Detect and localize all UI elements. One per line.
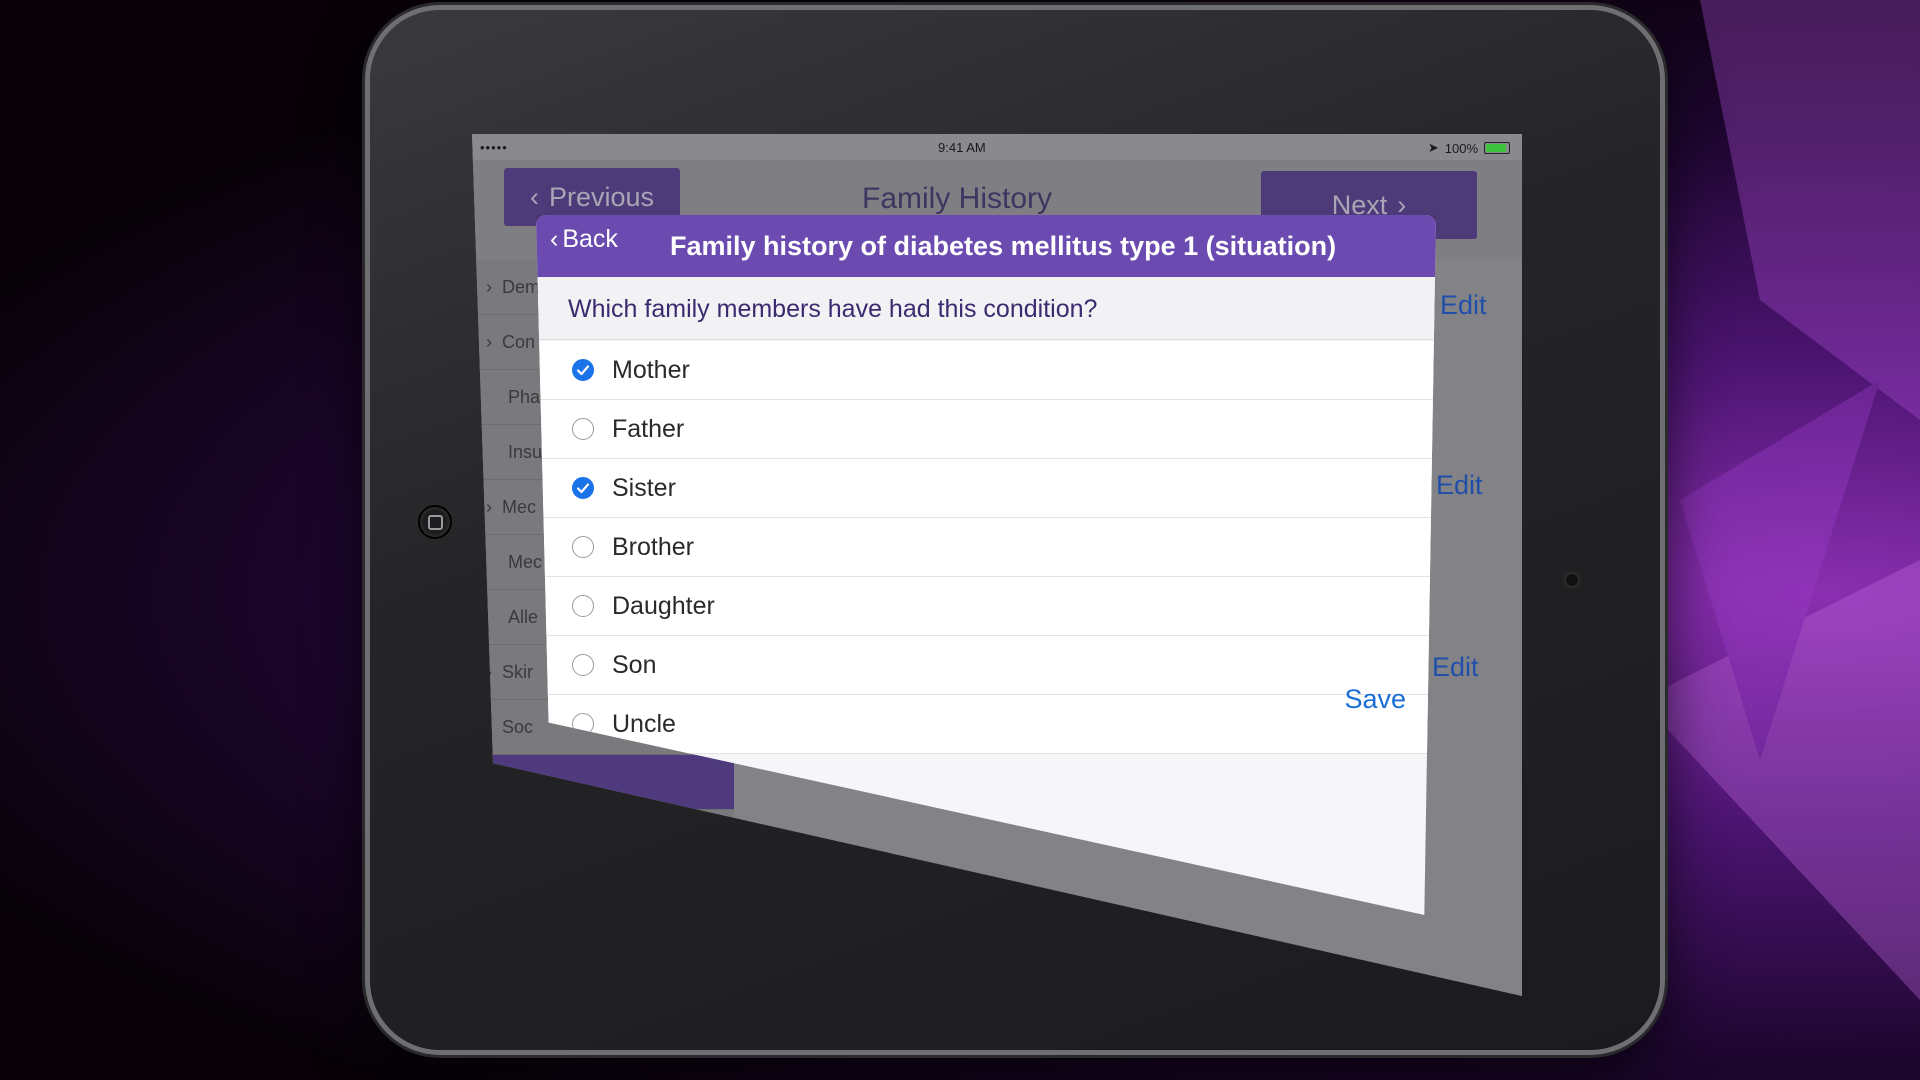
sidebar-item-label: Skir	[502, 661, 533, 682]
sidebar-item-label: Insu	[508, 441, 543, 462]
modal-title: Family history of diabetes mellitus type…	[670, 231, 1337, 261]
option-row[interactable]: Sister	[536, 459, 1436, 518]
back-label: Back	[562, 225, 618, 253]
edit-link[interactable]: Edit	[1440, 290, 1487, 321]
option-row[interactable]: Son	[536, 636, 1436, 695]
chevron-left-icon: ‹	[529, 181, 539, 212]
chevron-left-icon: ‹	[550, 225, 559, 253]
checkmark-icon[interactable]	[572, 359, 594, 381]
signal-indicator: •••••	[480, 140, 508, 155]
home-button[interactable]	[418, 505, 452, 539]
option-label: Uncle	[612, 709, 676, 738]
status-bar: ••••• 9:41 AM ➤ 100%	[472, 134, 1522, 160]
question-row: Which family members have had this condi…	[536, 277, 1436, 340]
sidebar-item-label: Alle	[508, 606, 539, 627]
empty-circle-icon[interactable]	[572, 595, 594, 617]
sidebar-item-label: Soc	[502, 716, 534, 737]
status-time: 9:41 AM	[938, 140, 986, 155]
sidebar-item-label: Con	[502, 331, 536, 352]
empty-circle-icon[interactable]	[572, 418, 594, 440]
camera-lens	[1566, 574, 1578, 586]
empty-circle-icon[interactable]	[572, 536, 594, 558]
option-row[interactable]: Brother	[536, 518, 1436, 577]
status-right: ➤ 100%	[1428, 140, 1510, 156]
edit-link[interactable]: Edit	[1432, 652, 1479, 683]
option-label: Sister	[612, 473, 676, 502]
page-title: Family History	[862, 182, 1053, 215]
option-row[interactable]: Father	[536, 400, 1436, 459]
option-label: Father	[612, 414, 685, 443]
option-row[interactable]: Mother	[536, 341, 1436, 400]
empty-circle-icon[interactable]	[572, 654, 594, 676]
location-icon: ➤	[1427, 140, 1439, 155]
option-label: Son	[612, 650, 657, 679]
option-label: Daughter	[612, 591, 715, 620]
battery-icon	[1484, 142, 1510, 154]
option-row[interactable]: Uncle	[536, 695, 1436, 754]
save-button[interactable]: Save	[1344, 684, 1406, 715]
previous-label: Previous	[548, 181, 655, 212]
sidebar-item-label: Mec	[502, 496, 537, 517]
checkmark-icon[interactable]	[572, 477, 594, 499]
options-list: Mother Father Sister Brother Daughter Son Uncl…	[536, 341, 1436, 754]
question-text: Which family members have had this condi…	[568, 295, 1098, 323]
modal-header: ‹ Back Family history of diabetes mellit…	[536, 215, 1436, 277]
chevron-right-icon: ›	[486, 331, 492, 352]
back-button[interactable]: ‹ Back	[550, 225, 618, 254]
battery-percent: 100%	[1444, 140, 1478, 156]
edit-link[interactable]: Edit	[1436, 470, 1483, 501]
sidebar-item-label: Mec	[508, 551, 543, 572]
option-row[interactable]: Daughter	[536, 577, 1436, 636]
option-label: Brother	[612, 532, 694, 561]
chevron-right-icon: ›	[486, 496, 492, 517]
option-label: Mother	[612, 355, 690, 384]
sidebar-item-label: Pha	[508, 386, 541, 407]
chevron-right-icon: ›	[486, 276, 492, 297]
sidebar-item-label: Dem	[502, 276, 541, 297]
